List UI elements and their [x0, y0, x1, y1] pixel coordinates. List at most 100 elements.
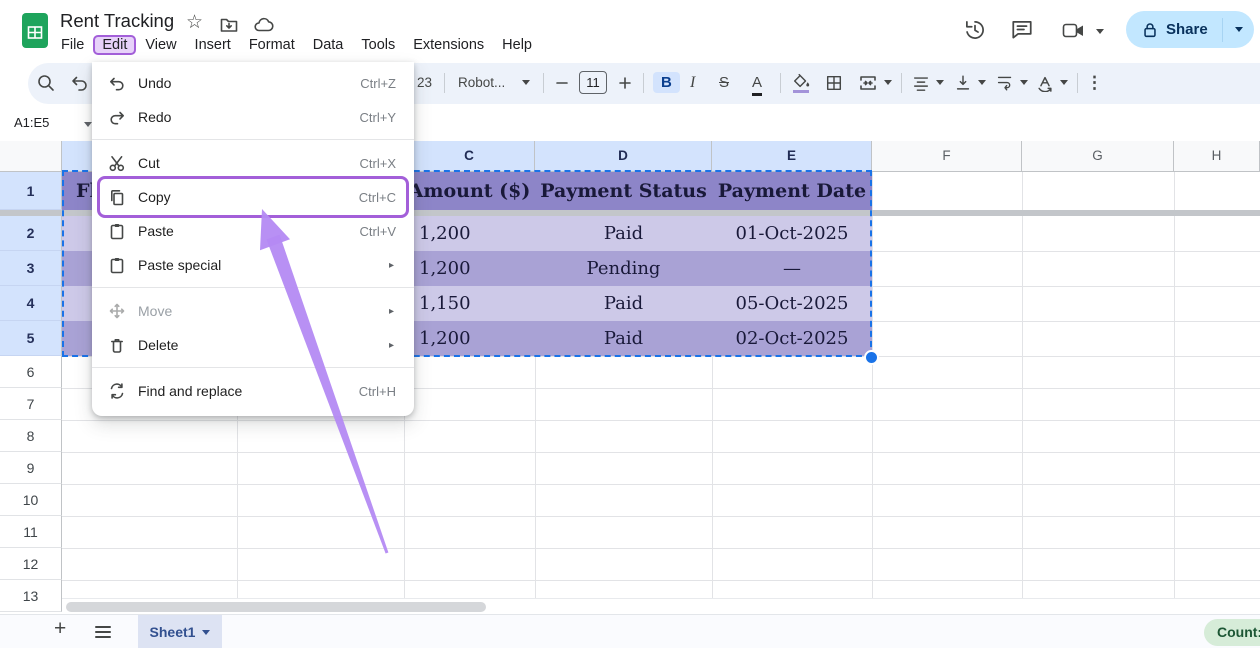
row-header-7[interactable]: 7 [0, 388, 62, 420]
menu-divider [92, 139, 414, 140]
font-name-selector[interactable]: Robot... [458, 62, 505, 103]
menubar-item-insert[interactable]: Insert [186, 35, 240, 55]
row-header-10[interactable]: 10 [0, 484, 62, 516]
add-sheet-button[interactable]: + [54, 617, 66, 641]
toolbar-divider [444, 73, 445, 93]
grid-corner-cell[interactable] [0, 141, 62, 172]
toolbar-divider [1077, 73, 1078, 93]
row-header-13[interactable]: 13 [0, 580, 62, 612]
row-header-5[interactable]: 5 [0, 321, 62, 356]
edit-menu-item-undo[interactable]: UndoCtrl+Z [92, 66, 414, 100]
name-box[interactable]: A1:E5 [14, 115, 49, 130]
column-header-d[interactable]: D [535, 141, 712, 172]
all-sheets-icon[interactable] [94, 624, 112, 640]
sheets-logo-icon[interactable] [22, 13, 48, 49]
column-header-c[interactable]: C [404, 141, 535, 172]
grid-line-horizontal [62, 452, 1260, 453]
strikethrough-button[interactable]: S [719, 62, 729, 103]
italic-button[interactable]: I [690, 62, 695, 103]
column-header-g[interactable]: G [1022, 141, 1174, 172]
menu-bar: FileEditViewInsertFormatDataToolsExtensi… [52, 32, 541, 58]
menubar-item-file[interactable]: File [52, 35, 93, 55]
menubar-item-view[interactable]: View [136, 35, 185, 55]
grid-line-horizontal [62, 516, 1260, 517]
edit-menu-item-cut[interactable]: CutCtrl+X [92, 146, 414, 180]
sheet-tab-caret-icon[interactable] [202, 630, 210, 635]
edit-menu-item-paste-special[interactable]: Paste special▸ [92, 248, 414, 282]
column-header-h[interactable]: H [1174, 141, 1260, 172]
text-color-button[interactable]: A [752, 71, 762, 96]
font-dropdown-caret-icon[interactable] [522, 80, 530, 85]
menubar-item-help[interactable]: Help [493, 35, 541, 55]
row-header-11[interactable]: 11 [0, 516, 62, 548]
star-icon[interactable]: ☆ [186, 11, 203, 34]
horizontal-align-button[interactable] [912, 62, 930, 103]
horizontal-align-caret-icon[interactable] [936, 80, 944, 85]
share-button[interactable]: Share [1126, 11, 1254, 48]
menubar-item-edit[interactable]: Edit [93, 35, 136, 55]
bold-button[interactable]: B [653, 72, 680, 93]
meet-dropdown-caret-icon[interactable] [1096, 29, 1104, 34]
selection-fill-handle[interactable] [864, 350, 879, 365]
row-header-6[interactable]: 6 [0, 356, 62, 388]
merge-cells-button[interactable] [858, 62, 878, 103]
menu-item-label: Delete [138, 337, 389, 353]
menu-item-label: Cut [138, 155, 360, 171]
row-header-4[interactable]: 4 [0, 286, 62, 321]
grid-line-horizontal [62, 484, 1260, 485]
search-icon[interactable] [36, 62, 56, 103]
comments-icon[interactable] [1010, 18, 1034, 42]
text-rotation-caret-icon[interactable] [1060, 80, 1068, 85]
merge-dropdown-caret-icon[interactable] [884, 80, 892, 85]
submenu-arrow-icon: ▸ [389, 340, 394, 351]
column-header-e[interactable]: E [712, 141, 872, 172]
menubar-item-extensions[interactable]: Extensions [404, 35, 493, 55]
edit-menu-item-paste[interactable]: PasteCtrl+V [92, 214, 414, 248]
fill-color-button[interactable] [792, 62, 810, 103]
grid-line-vertical [1022, 172, 1023, 598]
edit-menu-item-find-and-replace[interactable]: Find and replaceCtrl+H [92, 374, 414, 408]
toolbar-divider [901, 73, 902, 93]
row-header-12[interactable]: 12 [0, 548, 62, 580]
increase-font-size-button[interactable] [618, 62, 632, 103]
borders-button[interactable] [825, 62, 843, 103]
row-header-1[interactable]: 1 [0, 172, 62, 210]
vertical-align-caret-icon[interactable] [978, 80, 986, 85]
name-box-caret-icon[interactable] [84, 122, 92, 127]
text-wrap-button[interactable] [996, 62, 1014, 103]
menu-divider [92, 367, 414, 368]
more-toolbar-options-icon[interactable]: ⋮ [1086, 62, 1103, 103]
toolbar-divider [643, 73, 644, 93]
horizontal-scrollbar-track[interactable] [62, 598, 1260, 615]
meet-video-icon[interactable] [1062, 21, 1086, 41]
move-icon [108, 302, 126, 320]
copy-highlight-box [97, 176, 409, 218]
row-header-3[interactable]: 3 [0, 251, 62, 286]
number-format-button[interactable]: 23 [417, 62, 432, 103]
menu-item-shortcut: Ctrl+Z [360, 76, 396, 91]
menubar-item-tools[interactable]: Tools [352, 35, 404, 55]
column-header-f[interactable]: F [872, 141, 1022, 172]
vertical-align-button[interactable] [954, 62, 972, 103]
decrease-font-size-button[interactable] [555, 62, 569, 103]
sheet-tab[interactable]: Sheet1 [138, 615, 222, 648]
horizontal-scrollbar-thumb[interactable] [66, 602, 486, 612]
document-title[interactable]: Rent Tracking [60, 10, 174, 32]
share-dropdown-caret-icon[interactable] [1235, 27, 1243, 32]
text-rotation-button[interactable] [1036, 62, 1054, 103]
row-header-9[interactable]: 9 [0, 452, 62, 484]
edit-menu-item-delete[interactable]: Delete▸ [92, 328, 414, 362]
menu-item-label: Redo [138, 109, 360, 125]
undo-icon[interactable] [70, 62, 90, 103]
font-size-input[interactable]: 11 [579, 71, 607, 94]
menubar-item-format[interactable]: Format [240, 35, 304, 55]
top-bar: Rent Tracking ☆ FileEditViewInsertFormat… [0, 0, 1260, 62]
text-wrap-caret-icon[interactable] [1020, 80, 1028, 85]
row-header-2[interactable]: 2 [0, 216, 62, 251]
count-badge[interactable]: Count: 2 [1204, 619, 1260, 646]
version-history-icon[interactable] [962, 17, 988, 43]
edit-menu-item-move[interactable]: Move▸ [92, 294, 414, 328]
menubar-item-data[interactable]: Data [304, 35, 353, 55]
row-header-8[interactable]: 8 [0, 420, 62, 452]
edit-menu-item-redo[interactable]: RedoCtrl+Y [92, 100, 414, 134]
